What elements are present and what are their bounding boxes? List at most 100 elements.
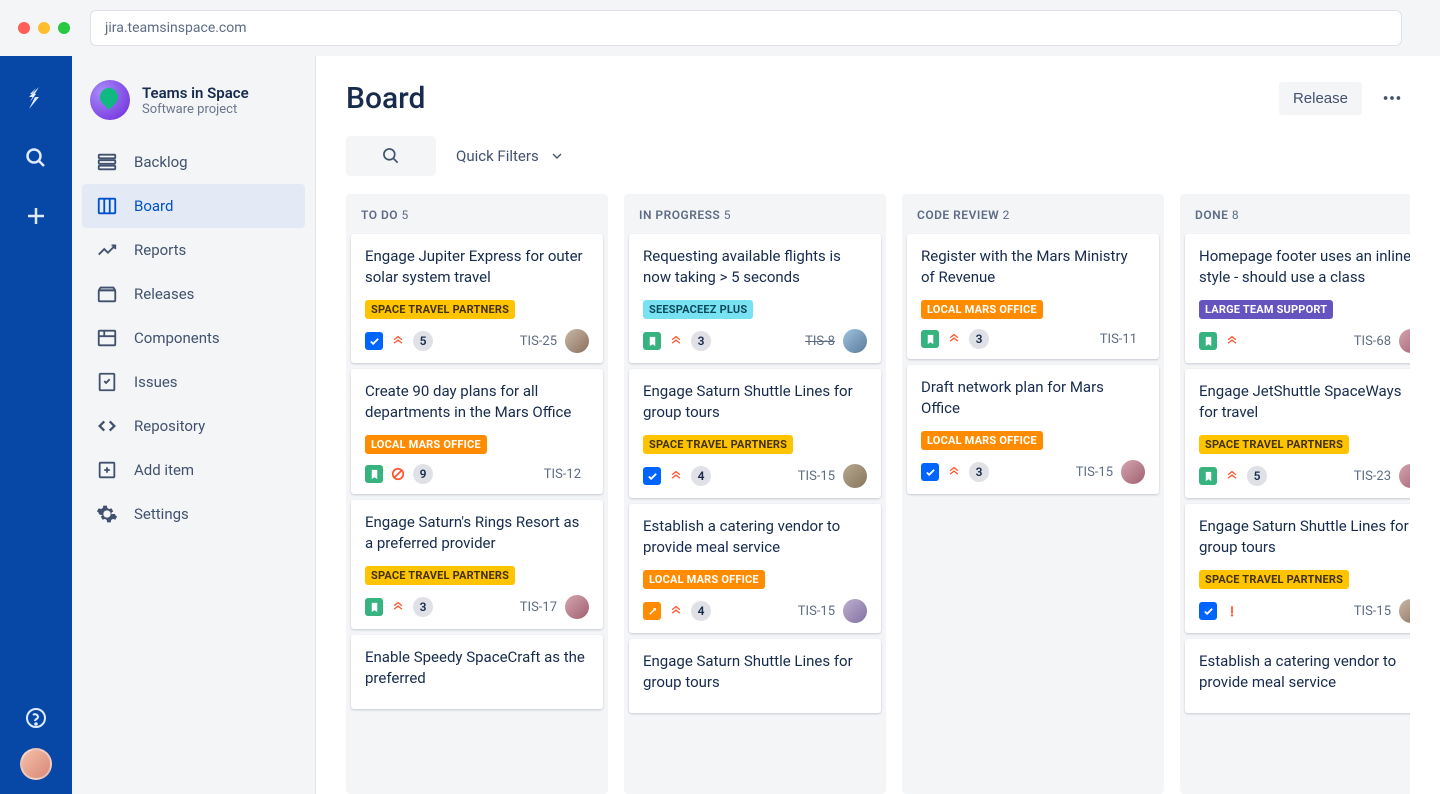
assignee-avatar[interactable] [1399,464,1410,488]
board-search[interactable] [346,136,436,176]
sidebar-item-add-item[interactable]: Add item [82,448,305,492]
issue-card[interactable]: Establish a catering vendor to provide m… [629,504,881,633]
column-header: DONE 8 [1185,194,1410,234]
issue-type-icon [921,463,939,481]
sidebar-item-board[interactable]: Board [82,184,305,228]
issue-key: TIS-15 [1076,465,1113,480]
card-title: Create 90 day plans for all departments … [365,381,589,423]
minimize-window-icon[interactable] [38,22,50,34]
column-name: DONE [1195,208,1228,222]
sidebar-item-releases[interactable]: Releases [82,272,305,316]
url-bar[interactable]: jira.teamsinspace.com [90,10,1402,46]
sidebar-item-backlog[interactable]: Backlog [82,140,305,184]
issue-key: TIS-12 [544,467,581,482]
nav-label: Add item [134,461,194,479]
card-title: Engage Saturn's Rings Resort as a prefer… [365,512,589,554]
epic-badge: SEESPACEEZ PLUS [643,300,753,319]
issue-card[interactable]: Engage Saturn Shuttle Lines for group to… [629,639,881,713]
card-title: Engage Saturn Shuttle Lines for group to… [1199,516,1410,558]
story-points-badge: 3 [969,329,989,349]
card-title: Requesting available flights is now taki… [643,246,867,288]
issue-card[interactable]: Engage Saturn Shuttle Lines for group to… [629,369,881,498]
assignee-avatar[interactable] [1121,460,1145,484]
story-points-badge: 3 [413,597,433,617]
issue-key: TIS-8 [805,334,835,349]
sidebar-item-reports[interactable]: Reports [82,228,305,272]
user-avatar[interactable] [20,748,52,780]
card-title: Engage Jupiter Express for outer solar s… [365,246,589,288]
sidebar-item-repository[interactable]: Repository [82,404,305,448]
assignee-avatar[interactable] [565,595,589,619]
issue-type-icon [365,598,383,616]
issue-card[interactable]: Enable Speedy SpaceCraft as the preferre… [351,635,603,709]
quick-filters-label: Quick Filters [456,147,539,165]
issue-card[interactable]: Draft network plan for Mars OfficeLOCAL … [907,365,1159,494]
column-count: 8 [1232,208,1239,222]
issue-card[interactable]: Engage Saturn's Rings Resort as a prefer… [351,500,603,629]
story-points-badge: 9 [413,464,433,484]
story-points-badge: 4 [691,466,711,486]
column-header: TO DO 5 [351,194,603,234]
issue-card[interactable]: Establish a catering vendor to provide m… [1185,639,1410,713]
card-title: Establish a catering vendor to provide m… [1199,651,1410,693]
issue-type-icon [921,330,939,348]
issue-type-icon [643,467,661,485]
search-icon[interactable] [16,138,56,178]
sidebar-item-settings[interactable]: Settings [82,492,305,536]
help-icon[interactable] [16,698,56,738]
maximize-window-icon[interactable] [58,22,70,34]
issue-card[interactable]: Requesting available flights is now taki… [629,234,881,363]
global-rail [0,56,72,794]
project-avatar-icon [90,80,130,120]
card-title: Homepage footer uses an inline style - s… [1199,246,1410,288]
components-icon [96,327,118,349]
create-icon[interactable] [16,196,56,236]
issue-type-icon [1199,332,1217,350]
assignee-avatar[interactable] [843,329,867,353]
issue-key: TIS-25 [520,334,557,349]
assignee-avatar[interactable] [1399,329,1410,353]
settings-icon [96,503,118,525]
add-item-icon [96,459,118,481]
priority-icon [945,463,963,481]
jira-logo-icon[interactable] [16,80,56,120]
epic-badge: LOCAL MARS OFFICE [365,435,487,454]
nav-label: Releases [134,285,194,303]
epic-badge: LOCAL MARS OFFICE [643,570,765,589]
assignee-avatar[interactable] [843,464,867,488]
epic-badge: SPACE TRAVEL PARTNERS [1199,570,1349,589]
priority-icon [389,598,407,616]
project-header[interactable]: Teams in Space Software project [82,80,305,140]
issue-card[interactable]: Engage Saturn Shuttle Lines for group to… [1185,504,1410,633]
issue-card[interactable]: Engage JetShuttle SpaceWays for travelSP… [1185,369,1410,498]
project-name: Teams in Space [142,84,249,102]
issue-card[interactable]: Register with the Mars Ministry of Reven… [907,234,1159,359]
priority-icon [667,467,685,485]
more-actions-button[interactable] [1374,80,1410,116]
close-window-icon[interactable] [18,22,30,34]
assignee-avatar[interactable] [565,329,589,353]
releases-icon [96,283,118,305]
priority-icon [945,330,963,348]
column-name: IN PROGRESS [639,208,720,222]
column-name: TO DO [361,208,398,222]
assignee-avatar[interactable] [1399,599,1410,623]
sidebar-item-components[interactable]: Components [82,316,305,360]
assignee-avatar[interactable] [843,599,867,623]
sidebar-item-issues[interactable]: Issues [82,360,305,404]
nav-label: Board [134,197,173,215]
issue-card[interactable]: Create 90 day plans for all departments … [351,369,603,494]
card-title: Engage Saturn Shuttle Lines for group to… [643,651,867,693]
repository-icon [96,415,118,437]
card-title: Draft network plan for Mars Office [921,377,1145,419]
column-to-do: TO DO 5 Engage Jupiter Express for outer … [346,194,608,794]
url-text: jira.teamsinspace.com [105,20,247,36]
quick-filters-dropdown[interactable]: Quick Filters [456,147,565,165]
issue-type-icon [1199,602,1217,620]
project-sidebar: Teams in Space Software project Backlog B… [72,56,316,794]
issue-card[interactable]: Homepage footer uses an inline style - s… [1185,234,1410,363]
backlog-icon [96,151,118,173]
issue-card[interactable]: Engage Jupiter Express for outer solar s… [351,234,603,363]
issue-type-icon [365,332,383,350]
release-button[interactable]: Release [1279,82,1362,115]
